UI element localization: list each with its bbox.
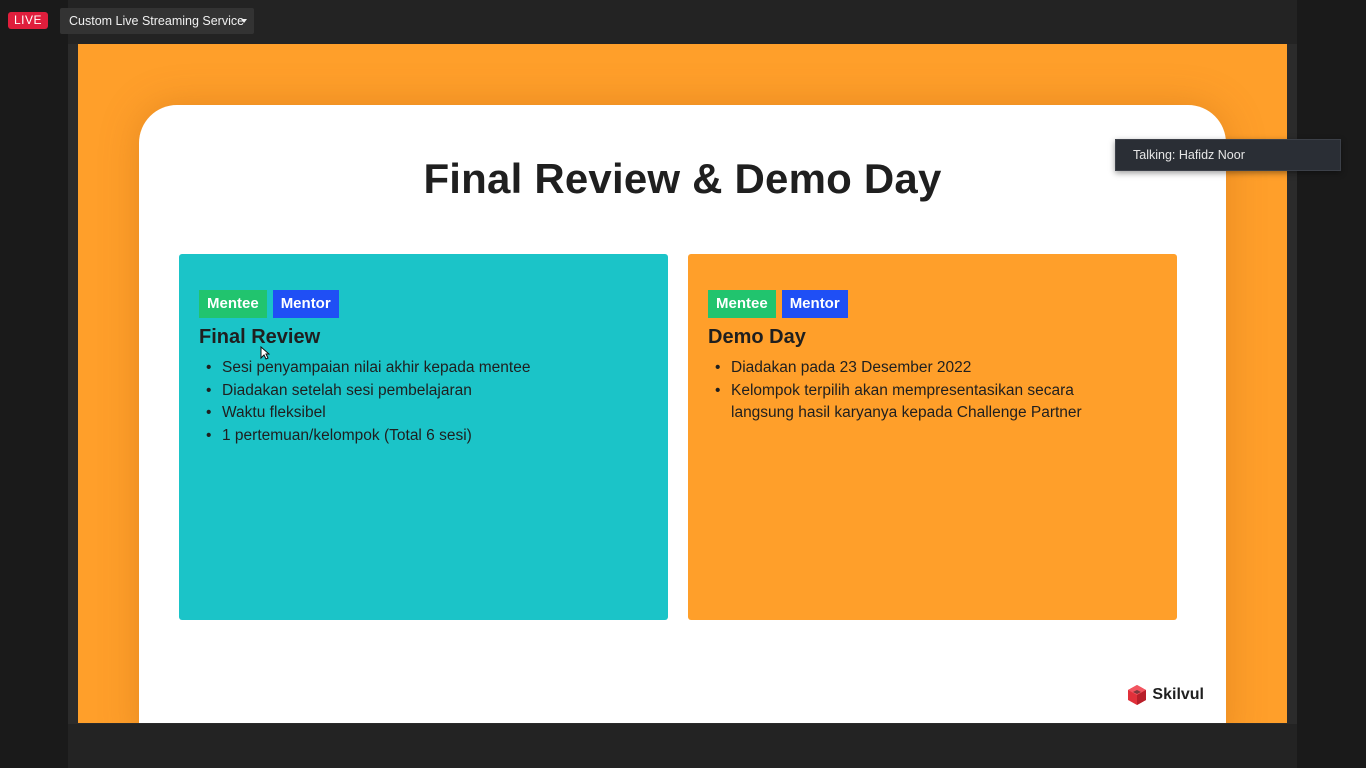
- mentee-tag: Mentee: [708, 290, 776, 318]
- panel-heading: Demo Day: [708, 326, 806, 348]
- brand-logo: Skilvul: [1126, 683, 1204, 707]
- list-item: 1 pertemuan/kelompok (Total 6 sesi): [199, 425, 619, 448]
- demo-day-panel: MenteeMentor Demo Day Diadakan pada 23 D…: [688, 254, 1177, 620]
- list-item: Sesi penyampaian nilai akhir kepada ment…: [199, 357, 619, 380]
- caret-down-icon: [241, 19, 247, 23]
- brand-name: Skilvul: [1152, 686, 1204, 703]
- mentor-tag: Mentor: [781, 290, 848, 318]
- mouse-cursor-icon: [260, 346, 270, 360]
- streaming-app: LIVE Custom Live Streaming Service Final…: [0, 0, 1366, 768]
- final-review-panel: MenteeMentor Final Review Sesi penyampai…: [179, 254, 668, 620]
- right-margin: [1297, 0, 1366, 768]
- role-tags: Mentee Mentor: [708, 290, 854, 318]
- bullet-list: Diadakan pada 23 Desember 2022 Kelompok …: [708, 357, 1118, 425]
- streaming-service-dropdown[interactable]: Custom Live Streaming Service: [60, 8, 254, 34]
- mentee-tag: Mentee: [199, 290, 267, 318]
- list-item: Kelompok terpilih akan mempresentasikan …: [708, 380, 1118, 425]
- slide-title: Final Review & Demo Day: [423, 155, 942, 202]
- list-item: Diadakan pada 23 Desember 2022: [708, 357, 1118, 380]
- left-margin: [0, 0, 68, 768]
- presentation-slide: Final Review & Demo Day Mentee Mentor Fin…: [78, 44, 1287, 723]
- topbar: LIVE Custom Live Streaming Service: [0, 0, 1366, 44]
- skilvul-logo-icon: [1128, 685, 1147, 705]
- list-item: Waktu fleksibel: [199, 402, 619, 425]
- talking-indicator: Talking: Hafidz Noor: [1115, 139, 1341, 171]
- bullet-list: Sesi penyampaian nilai akhir kepada ment…: [199, 357, 619, 447]
- mentor-tag: Mentor: [272, 290, 339, 318]
- role-tags: Mentee Mentor: [199, 290, 345, 318]
- list-item: Diadakan setelah sesi pembelajaran: [199, 380, 619, 403]
- live-badge: LIVE: [8, 12, 48, 29]
- slide-card: Final Review & Demo Day Mentee Mentor Fin…: [139, 105, 1226, 723]
- streaming-service-label: Custom Live Streaming Service: [69, 14, 245, 28]
